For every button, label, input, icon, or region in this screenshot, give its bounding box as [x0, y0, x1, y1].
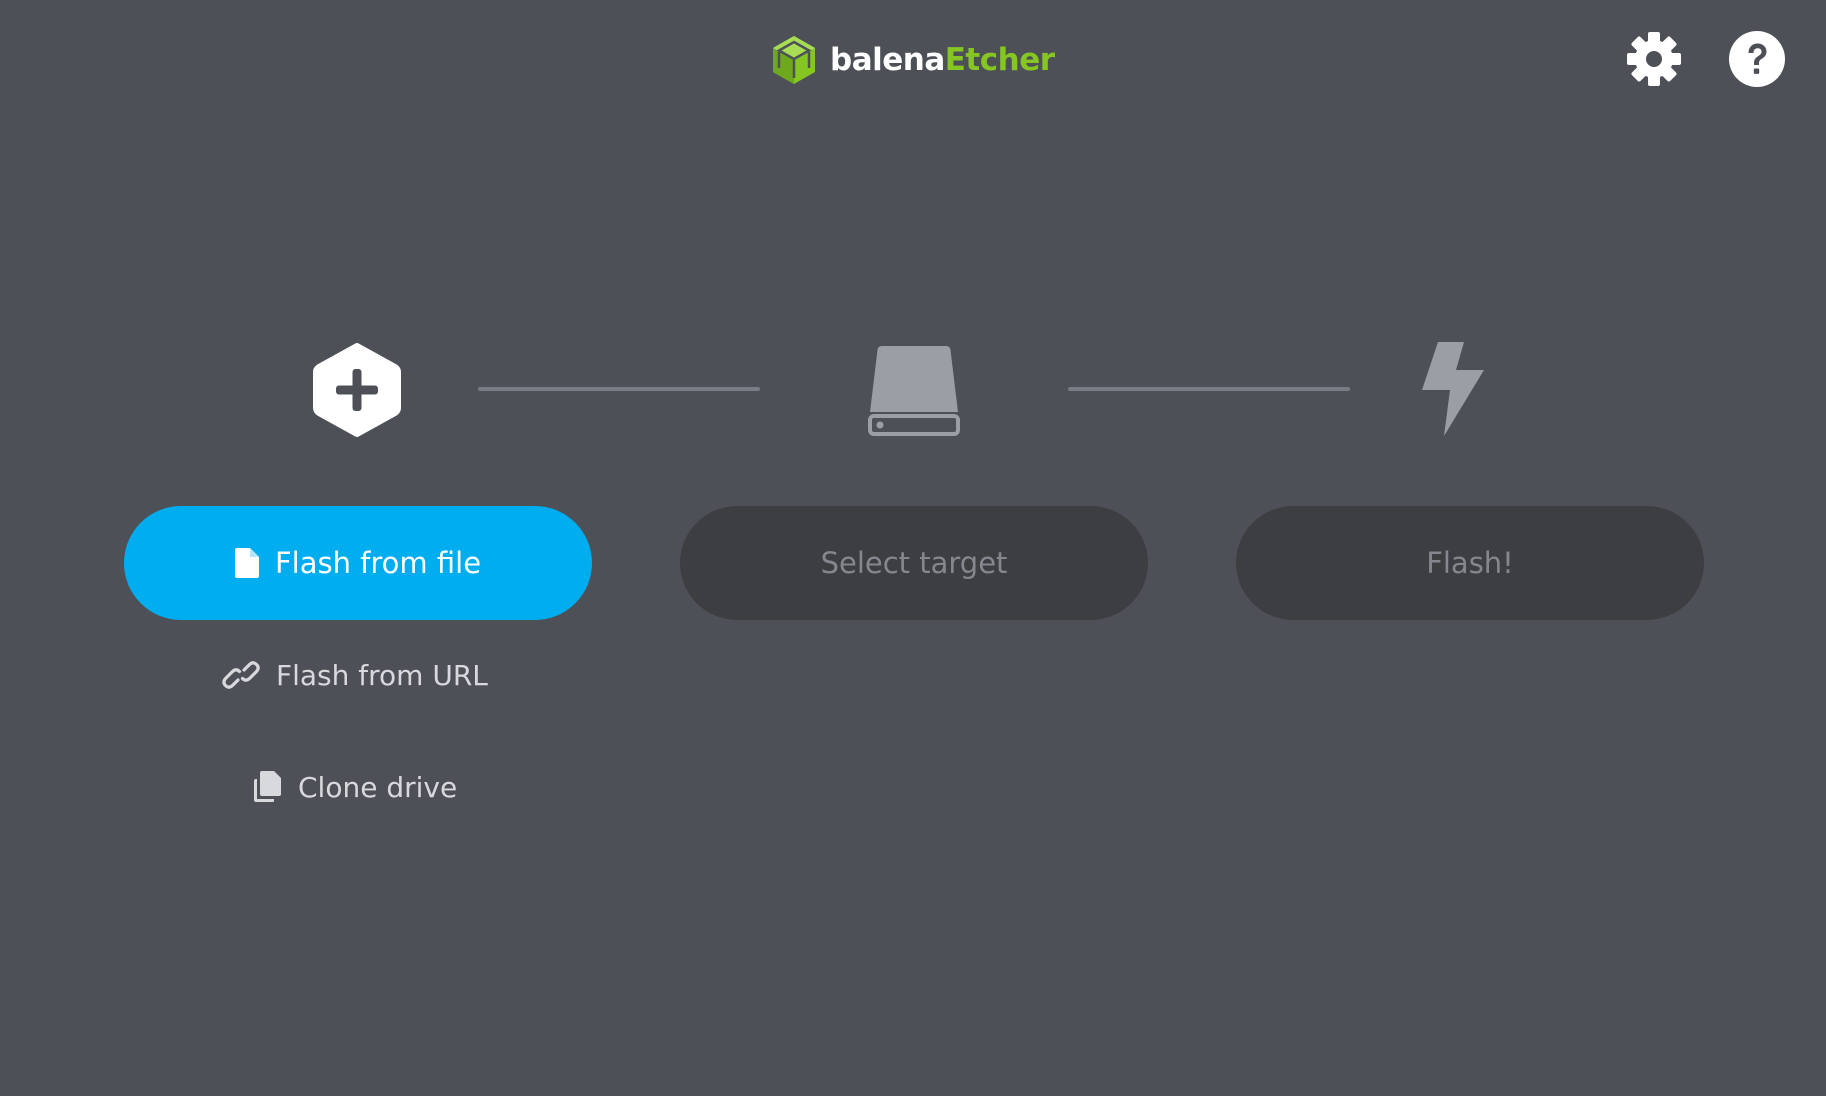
link-icon: [222, 659, 260, 691]
balena-cube-icon: [773, 36, 815, 84]
select-target-button[interactable]: Select target: [680, 506, 1148, 620]
source-step-icon: [312, 342, 402, 438]
app-name-etcher: Etcher: [944, 42, 1055, 78]
flash-button[interactable]: Flash!: [1236, 506, 1704, 620]
hexagon-plus-icon: [313, 343, 401, 437]
step-connector-2: [1068, 387, 1350, 391]
gear-icon: [1627, 32, 1681, 86]
flash-step-icon: [1420, 340, 1486, 438]
etcher-window: balenaEtcher Flash from file Select targ…: [0, 0, 1826, 1096]
app-name-balena: balena: [830, 42, 945, 78]
flash-from-url-label: Flash from URL: [276, 658, 488, 692]
help-button[interactable]: [1727, 29, 1787, 89]
lightning-bolt-icon: [1422, 342, 1484, 436]
flash-label: Flash!: [1426, 546, 1514, 580]
flash-from-url-link[interactable]: Flash from URL: [222, 652, 488, 698]
clone-drive-link[interactable]: Clone drive: [254, 764, 457, 810]
flash-from-file-button[interactable]: Flash from file: [124, 506, 592, 620]
settings-button[interactable]: [1624, 29, 1684, 89]
app-logo: balenaEtcher: [770, 32, 1055, 88]
drive-icon: [868, 346, 960, 436]
select-target-label: Select target: [820, 546, 1008, 580]
copy-icon: [254, 771, 282, 803]
file-icon: [234, 548, 259, 578]
clone-drive-label: Clone drive: [298, 770, 458, 804]
app-name: balenaEtcher: [830, 42, 1055, 78]
target-step-icon: [868, 342, 960, 438]
flash-from-file-label: Flash from file: [274, 546, 482, 580]
question-mark-icon: [1729, 31, 1785, 87]
step-connector-1: [478, 387, 760, 391]
